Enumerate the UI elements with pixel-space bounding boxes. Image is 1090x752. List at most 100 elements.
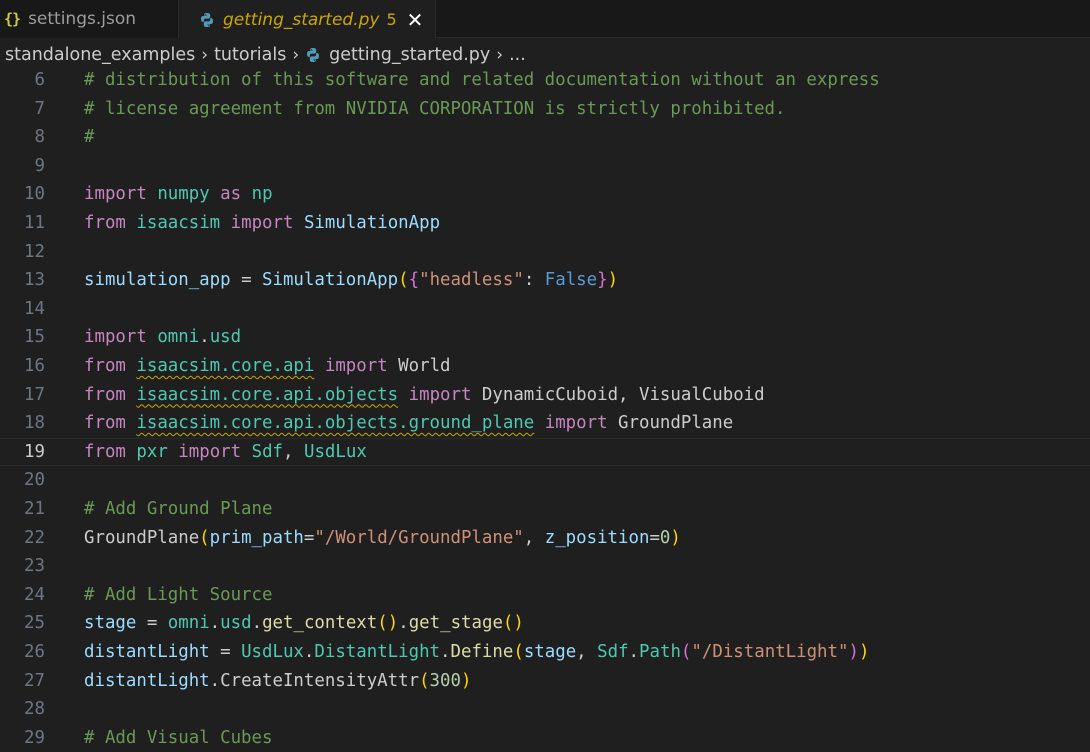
punct-token: [293, 213, 303, 233]
tab-settings-json[interactable]: {} settings.json: [0, 0, 179, 38]
code-line[interactable]: 17 from isaacsim.core.api.objects import …: [0, 381, 1090, 410]
code-line[interactable]: 26 distantLight = UsdLux.DistantLight.Def…: [0, 638, 1090, 667]
code-text: import omni.usd: [84, 323, 241, 352]
line-number: 25: [24, 613, 45, 634]
breadcrumb-item-tutorials[interactable]: tutorials: [214, 45, 286, 65]
code-text: simulation_app = SimulationApp({"headles…: [84, 266, 618, 295]
breadcrumb-item-file[interactable]: getting_started.py: [329, 45, 490, 65]
code-line[interactable]: 7 # license agreement from NVIDIA CORPORA…: [0, 95, 1090, 124]
code-line[interactable]: 11 from isaacsim import SimulationApp: [0, 209, 1090, 238]
line-number: 20: [24, 470, 45, 491]
comment-token: # Add Ground Plane: [84, 499, 273, 519]
code-line[interactable]: 8 #: [0, 123, 1090, 152]
punct-token: .: [303, 642, 315, 662]
code-line[interactable]: 15 import omni.usd: [0, 323, 1090, 352]
code-text: distantLight = UsdLux.DistantLight.Defin…: [84, 638, 869, 667]
variable-token: prim_path: [209, 527, 304, 548]
punct-token: [314, 356, 324, 376]
line-number: 22: [24, 527, 45, 548]
punct-token: :: [523, 270, 545, 291]
punct-token: GroundPlane: [607, 413, 734, 434]
code-line[interactable]: 29 # Add Visual Cubes: [0, 724, 1090, 752]
function-token: get_stage: [408, 613, 503, 634]
brace-1-token: ): [858, 642, 870, 662]
line-number: 17: [24, 384, 45, 405]
code-line[interactable]: 6 # distribution of this software and rel…: [0, 66, 1090, 95]
code-line[interactable]: 23: [0, 552, 1090, 581]
number-token: 300: [429, 670, 461, 691]
punct-token: .: [440, 642, 451, 662]
python-icon: [307, 48, 320, 62]
variable-token: z_position: [544, 527, 650, 548]
json-icon: {}: [4, 10, 21, 28]
code-line[interactable]: 9: [0, 152, 1090, 181]
code-text: from pxr import Sdf, UsdLux: [84, 438, 367, 467]
class-token: DistantLight: [314, 642, 441, 662]
string-token: "/DistantLight": [691, 642, 849, 662]
code-line[interactable]: 14: [0, 295, 1090, 324]
code-line[interactable]: 21 # Add Ground Plane: [0, 495, 1090, 524]
code-line[interactable]: 19 from pxr import Sdf, UsdLux: [0, 438, 1090, 467]
variable-token: distantLight: [84, 670, 210, 691]
punct-token: =: [230, 270, 263, 291]
code-line[interactable]: 28: [0, 695, 1090, 724]
code-line[interactable]: 20: [0, 466, 1090, 495]
variable-token: simulation_app: [84, 270, 231, 291]
variable-token: stage: [84, 613, 137, 634]
code-line[interactable]: 18 from isaacsim.core.api.objects.ground_…: [0, 409, 1090, 438]
breadcrumb-item-symbol[interactable]: ...: [509, 45, 526, 65]
code-text: from isaacsim import SimulationApp: [84, 209, 440, 238]
keyword-token: from: [84, 413, 126, 434]
line-number: 24: [24, 584, 45, 605]
brace-1-token: ): [607, 270, 619, 291]
brace-1-token: (: [377, 613, 388, 634]
module-token: omni: [167, 613, 210, 634]
chevron-right-icon: ›: [292, 45, 300, 65]
breadcrumb-item-standalone-examples[interactable]: standalone_examples: [5, 45, 195, 65]
comment-token: # Add Light Source: [84, 584, 273, 605]
brace-2-token: (: [680, 642, 692, 662]
punct-token: [147, 184, 157, 204]
line-number: 14: [24, 298, 45, 319]
module-token: isaacsim: [136, 213, 221, 233]
code-editor[interactable]: 6 # distribution of this software and rel…: [0, 66, 1090, 748]
tab-getting-started-py[interactable]: getting_started.py 5 ✕: [179, 0, 436, 39]
punct-token: .: [398, 613, 409, 634]
variable-token: distantLight: [84, 642, 210, 662]
punct-token: [126, 413, 136, 433]
module-token: omni: [157, 327, 200, 348]
line-number: 10: [24, 184, 45, 205]
comment-token: # license agreement from NVIDIA CORPORAT…: [84, 98, 786, 119]
line-number: 12: [24, 241, 45, 262]
code-line[interactable]: 16 from isaacsim.core.api import World: [0, 352, 1090, 381]
brace-2-token: {: [408, 270, 420, 291]
line-number: 29: [24, 727, 45, 748]
keyword-token: import: [324, 356, 388, 376]
line-number: 15: [24, 327, 45, 348]
punct-token: [220, 213, 230, 233]
code-line[interactable]: 27 distantLight.CreateIntensityAttr(300): [0, 667, 1090, 696]
line-number: 28: [24, 699, 45, 720]
code-line[interactable]: 10 import numpy as np: [0, 180, 1090, 209]
close-icon[interactable]: ✕: [407, 10, 424, 30]
punct-token: .: [209, 613, 221, 634]
code-line[interactable]: 22 GroundPlane(prim_path="/World/GroundPl…: [0, 524, 1090, 553]
code-line[interactable]: 25 stage = omni.usd.get_context().get_sta…: [0, 609, 1090, 638]
code-line[interactable]: 24 # Add Light Source: [0, 581, 1090, 610]
line-number: 18: [24, 413, 45, 434]
punct-token: .: [209, 670, 221, 691]
string-token: "/World/GroundPlane": [314, 527, 524, 548]
code-text: from isaacsim.core.api.objects.ground_pl…: [84, 409, 733, 438]
code-line[interactable]: 12: [0, 238, 1090, 267]
line-number: 26: [24, 642, 45, 662]
function-token: get_context: [262, 613, 378, 634]
line-number: 11: [24, 213, 45, 233]
code-text: distantLight.CreateIntensityAttr(300): [84, 667, 471, 696]
line-number: 7: [34, 98, 45, 119]
brace-1-token: ): [387, 613, 399, 634]
keyword-token: import: [230, 213, 294, 233]
punct-token: =: [649, 527, 660, 548]
punct-token: .: [199, 327, 210, 348]
code-line[interactable]: 13 simulation_app = SimulationApp({"headl…: [0, 266, 1090, 295]
punct-token: CreateIntensityAttr: [220, 670, 420, 691]
